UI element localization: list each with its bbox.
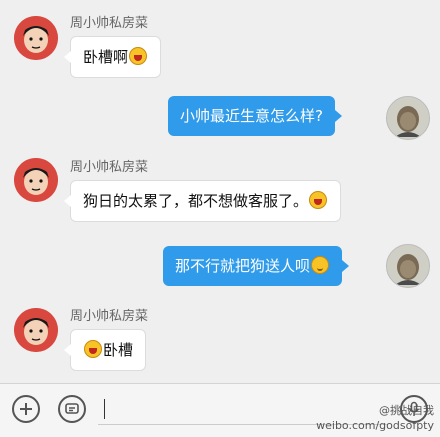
emoji-button[interactable]: [58, 395, 86, 423]
laughing-emoji-icon: [84, 340, 102, 358]
my-avatar[interactable]: [386, 244, 430, 288]
message-text: 狗日的太累了，都不想做客服了。: [83, 192, 309, 210]
contact-avatar[interactable]: [14, 16, 58, 60]
sender-name: 周小帅私房菜: [70, 309, 149, 324]
message-bubble-outgoing[interactable]: 小帅最近生意怎么样?: [168, 96, 342, 136]
smile-emoji-icon: [311, 256, 330, 274]
laughing-emoji-icon: [309, 191, 328, 209]
laughing-emoji-icon: [129, 47, 148, 65]
watermark-url: weibo.com/godsofpty: [316, 419, 434, 432]
message-text: 卧槽啊: [83, 48, 129, 66]
contact-avatar[interactable]: [14, 158, 58, 202]
message-bubble-incoming[interactable]: 卧槽啊: [63, 36, 162, 78]
add-button[interactable]: [12, 395, 40, 423]
sender-name: 周小帅私房菜: [70, 160, 149, 175]
my-avatar[interactable]: [386, 96, 430, 140]
sender-name: 周小帅私房菜: [70, 16, 149, 31]
contact-avatar[interactable]: [14, 308, 58, 352]
text-caret: [104, 399, 105, 419]
message-bubble-incoming[interactable]: 狗日的太累了，都不想做客服了。: [63, 180, 342, 222]
plus-circle-icon: [20, 403, 32, 415]
watermark-handle: @挑战自我: [379, 404, 434, 417]
message-text: 小帅最近生意怎么样?: [180, 107, 323, 125]
message-text: 那不行就把狗送人呗: [175, 257, 311, 275]
chat-bubble-icon: [65, 403, 79, 414]
message-bubble-outgoing[interactable]: 那不行就把狗送人呗: [163, 246, 350, 286]
message-text: 卧槽: [103, 341, 134, 359]
message-bubble-incoming[interactable]: 卧槽: [63, 329, 147, 371]
